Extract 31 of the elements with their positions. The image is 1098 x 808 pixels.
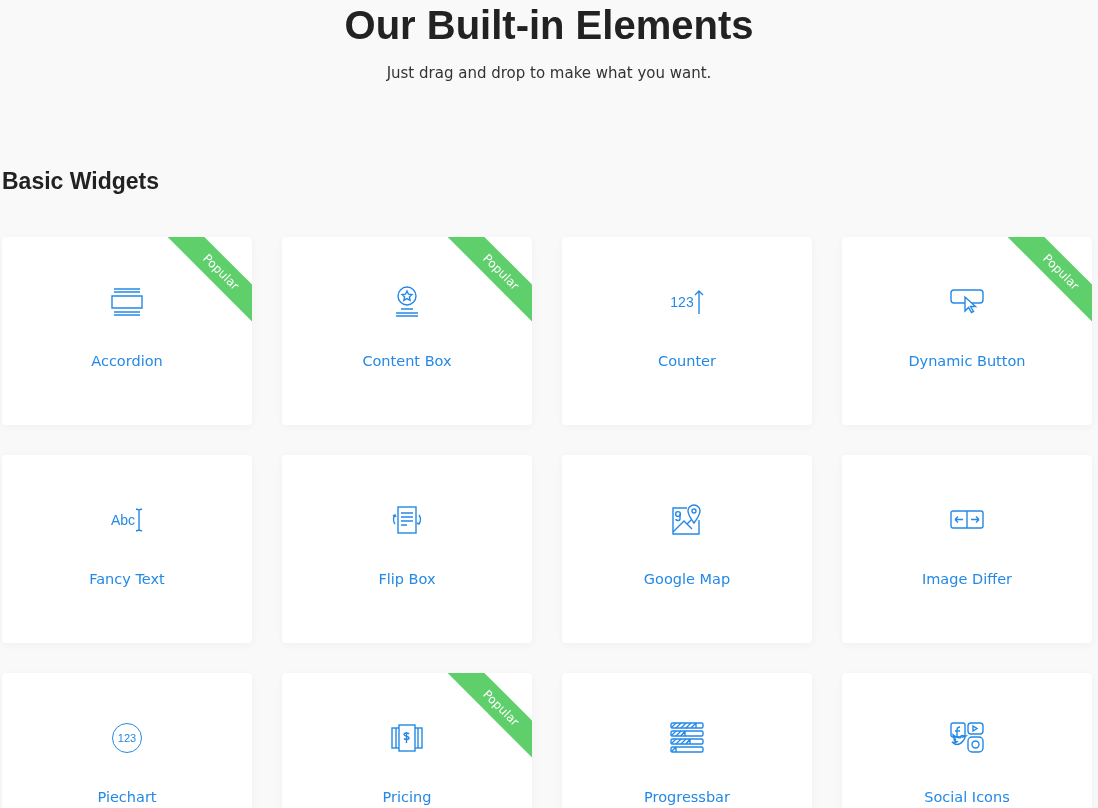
button-cursor-icon [950,289,984,315]
widget-label: Counter [658,353,716,369]
progress-bars-icon [670,722,704,754]
page-title: Our Built-in Elements [344,2,754,48]
widget-label: Piechart [97,789,157,805]
widget-card[interactable]: Image Differ [842,455,1092,643]
social-icons-drawing [950,722,984,754]
compare-arrows-icon [950,510,984,530]
widget-card[interactable]: Progressbar [562,673,812,808]
widget-label: Image Differ [921,571,1013,587]
widget-card[interactable]: 123 Piechart [2,673,252,808]
widget-label: Google Map [643,571,731,587]
star-badge-icon [393,285,421,319]
widget-label: Progressbar [644,789,730,805]
widget-card[interactable]: Abc Fancy Text [2,455,252,643]
widget-label: Content Box [362,353,452,369]
page-subtitle: Just drag and drop to make what you want. [386,64,712,82]
widget-card[interactable]: Social Icons [842,673,1092,808]
widget-label: Flip Box [378,571,436,587]
widget-card[interactable]: 123 Counter [562,237,812,425]
widget-card[interactable]: Flip Box [282,455,532,643]
widget-label: Fancy Text [89,571,165,587]
widget-label: Social Icons [924,789,1010,805]
price-cards-icon [390,723,424,753]
accordion-icon [110,285,144,319]
widget-label: Accordion [91,353,163,369]
map-pin-icon [670,503,704,537]
section-title: Basic Widgets [2,168,160,195]
widget-label: Dynamic Button [908,353,1026,369]
widget-label: Pricing [382,789,432,805]
widget-card[interactable]: Google Map [562,455,812,643]
